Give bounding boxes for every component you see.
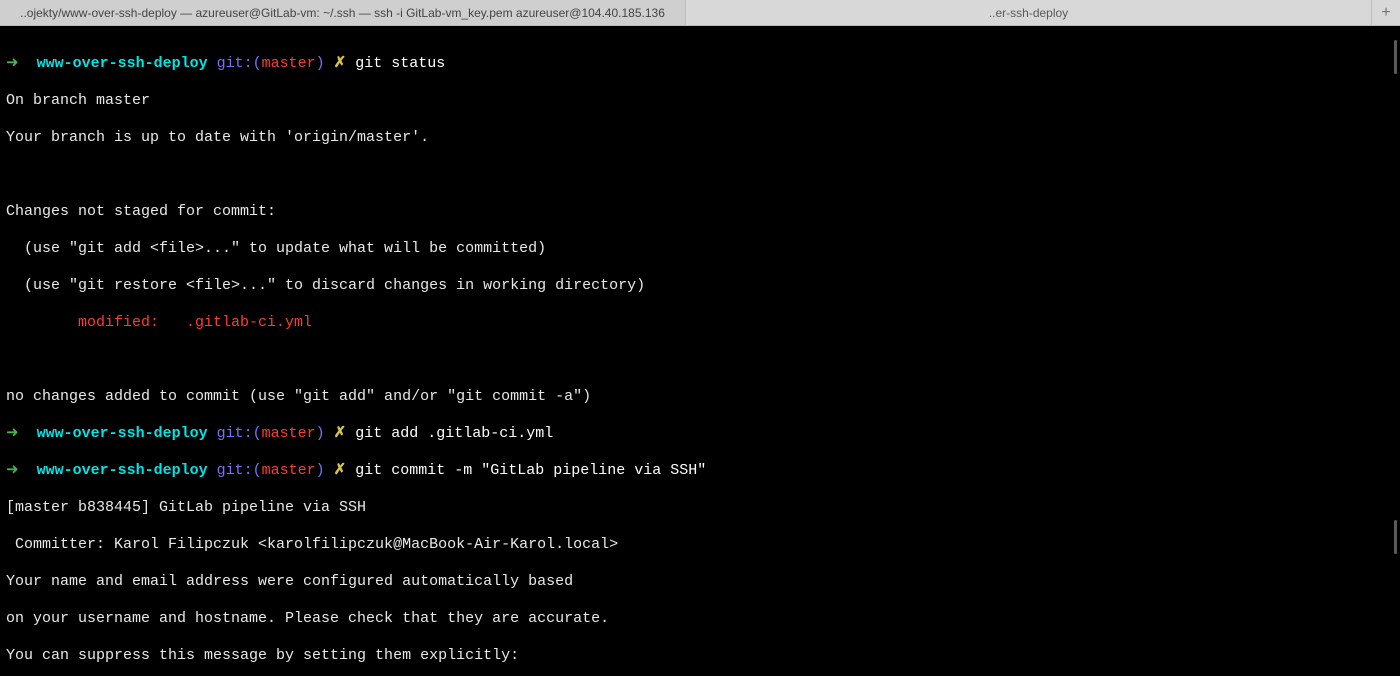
tab-bar: ..ojekty/www-over-ssh-deploy — azureuser… <box>0 0 1400 26</box>
modified-prefix: modified: <box>6 314 186 331</box>
output-line: no changes added to commit (use "git add… <box>6 388 1394 407</box>
output-line <box>6 166 1394 185</box>
output-line: Changes not staged for commit: <box>6 203 1394 222</box>
prompt-dirty-icon: ✗ <box>334 425 356 442</box>
output-line: (use "git restore <file>..." to discard … <box>6 277 1394 296</box>
output-line: On branch master <box>6 92 1394 111</box>
prompt-dir: www-over-ssh-deploy <box>37 425 208 442</box>
output-line <box>6 351 1394 370</box>
prompt-git-open: git:( <box>208 425 262 442</box>
prompt-arrow-icon: ➜ <box>6 462 37 479</box>
prompt-git-open: git:( <box>208 55 262 72</box>
output-line-modified: modified: .gitlab-ci.yml <box>6 314 1394 333</box>
prompt-git-open: git:( <box>208 462 262 479</box>
prompt-arrow-icon: ➜ <box>6 55 37 72</box>
output-line: on your username and hostname. Please ch… <box>6 610 1394 629</box>
prompt-dir: www-over-ssh-deploy <box>37 55 208 72</box>
prompt-line: ➜ www-over-ssh-deploy git:(master) ✗ git… <box>6 55 1394 74</box>
cmd-git-status: git status <box>355 55 445 72</box>
output-line: Committer: Karol Filipczuk <karolfilipcz… <box>6 536 1394 555</box>
output-line: You can suppress this message by setting… <box>6 647 1394 666</box>
prompt-dirty-icon: ✗ <box>334 462 356 479</box>
prompt-git-close: ) <box>316 55 334 72</box>
cmd-git-add: git add .gitlab-ci.yml <box>355 425 553 442</box>
output-line: [master b838445] GitLab pipeline via SSH <box>6 499 1394 518</box>
output-line: Your name and email address were configu… <box>6 573 1394 592</box>
prompt-branch: master <box>262 55 316 72</box>
prompt-line: ➜ www-over-ssh-deploy git:(master) ✗ git… <box>6 462 1394 481</box>
output-line: (use "git add <file>..." to update what … <box>6 240 1394 259</box>
prompt-branch: master <box>262 462 316 479</box>
scrollbar-thumb[interactable] <box>1394 520 1397 554</box>
prompt-dir: www-over-ssh-deploy <box>37 462 208 479</box>
new-tab-button[interactable]: + <box>1372 0 1400 25</box>
scrollbar-thumb[interactable] <box>1394 40 1397 74</box>
prompt-line: ➜ www-over-ssh-deploy git:(master) ✗ git… <box>6 425 1394 444</box>
prompt-branch: master <box>262 425 316 442</box>
prompt-git-close: ) <box>316 462 334 479</box>
tab-deploy[interactable]: ..er-ssh-deploy <box>686 0 1372 25</box>
prompt-arrow-icon: ➜ <box>6 425 37 442</box>
prompt-git-close: ) <box>316 425 334 442</box>
terminal-output[interactable]: ➜ www-over-ssh-deploy git:(master) ✗ git… <box>0 26 1400 676</box>
cmd-git-commit: git commit -m "GitLab pipeline via SSH" <box>355 462 706 479</box>
modified-file: .gitlab-ci.yml <box>186 314 312 331</box>
output-line: Your branch is up to date with 'origin/m… <box>6 129 1394 148</box>
tab-ssh-session[interactable]: ..ojekty/www-over-ssh-deploy — azureuser… <box>0 0 686 25</box>
prompt-dirty-icon: ✗ <box>334 55 356 72</box>
